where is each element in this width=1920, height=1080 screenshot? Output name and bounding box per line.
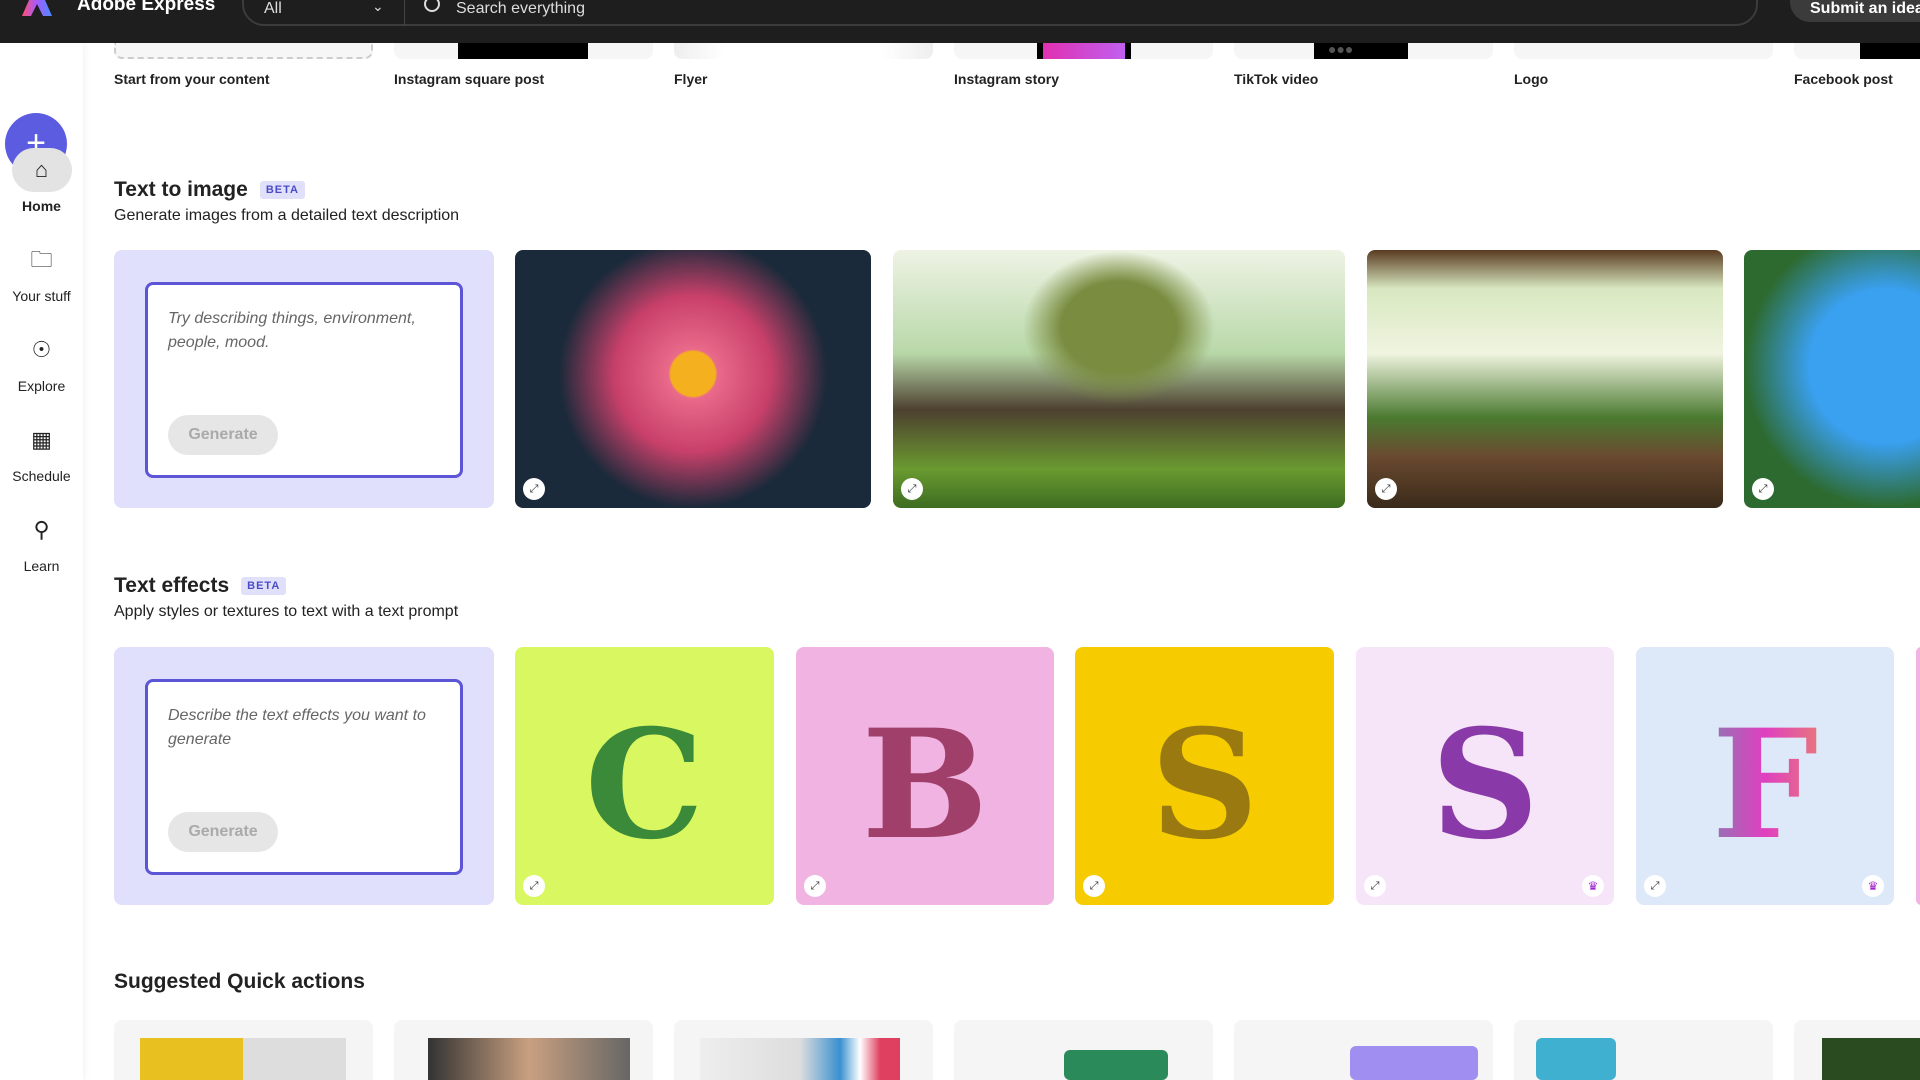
effect-letter: C (584, 697, 705, 873)
template-thumb[interactable] (1794, 43, 1920, 59)
quick-action-card[interactable] (1514, 1020, 1773, 1080)
quick-action-card[interactable] (114, 1020, 373, 1080)
template-thumb[interactable] (1514, 43, 1773, 59)
text-effect-sample[interactable]: S ⤢ (1075, 647, 1334, 905)
adobe-express-logo[interactable] (22, 0, 52, 16)
expand-icon[interactable]: ⤢ (1644, 875, 1666, 897)
prompt-placeholder: Try describing things, environment, peop… (168, 310, 416, 351)
expand-icon[interactable]: ⤢ (1752, 478, 1774, 500)
folder-icon: 🗀 (30, 247, 53, 272)
text-effects-prompt-card: Describe the text effects you want to ge… (114, 647, 494, 905)
text-effect-sample[interactable]: F ⤢ ♛ (1636, 647, 1894, 905)
template-label[interactable]: Start from your content (114, 71, 270, 87)
example-image-plants-window[interactable]: ⤢ (1367, 250, 1723, 508)
template-thumb[interactable] (954, 43, 1213, 59)
section-subtitle: Generate images from a detailed text des… (114, 207, 460, 224)
sidebar-item-your-stuff[interactable]: 🗀 Your stuff (0, 238, 83, 304)
search-bar: All ⌄ Search everything (242, 0, 1758, 26)
text-effect-sample[interactable]: B ⤢ (796, 647, 1054, 905)
search-input[interactable]: Search everything (456, 0, 585, 18)
home-icon: ⌂ (11, 148, 72, 192)
text-to-image-title: Text to image (114, 178, 248, 201)
text-effect-sample[interactable] (1916, 647, 1920, 905)
expand-icon[interactable]: ⤢ (1083, 875, 1105, 897)
quick-action-card[interactable] (674, 1020, 933, 1080)
search-icon (424, 0, 440, 12)
brand-name[interactable]: Adobe Express (77, 0, 215, 16)
quick-action-card[interactable] (394, 1020, 653, 1080)
prompt-placeholder: Describe the text effects you want to ge… (168, 707, 426, 748)
lightbulb-icon: ⚲ (33, 517, 50, 542)
calendar-icon: ▦ (31, 427, 52, 452)
quick-action-card[interactable] (1234, 1020, 1493, 1080)
beta-badge: BETA (241, 577, 287, 595)
quick-action-card[interactable] (954, 1020, 1213, 1080)
sidebar-item-schedule[interactable]: ▦ Schedule (0, 418, 83, 484)
sidebar-item-label: Schedule (12, 468, 71, 484)
example-image-flower-bee[interactable]: ⤢ (515, 250, 871, 508)
effect-letter: S (1430, 697, 1540, 873)
sidebar-item-label: Explore (17, 378, 66, 394)
template-label[interactable]: Instagram square post (394, 71, 544, 87)
expand-icon[interactable]: ⤢ (523, 875, 545, 897)
sidebar-item-label: Home (22, 198, 61, 214)
sidebar-item-label: Your stuff (12, 288, 71, 304)
text-to-image-prompt-card: Try describing things, environment, peop… (114, 250, 494, 508)
expand-icon[interactable]: ⤢ (804, 875, 826, 897)
sidebar-item-home[interactable]: ⌂ Home (0, 148, 83, 214)
chevron-down-icon[interactable]: ⌄ (372, 0, 384, 15)
top-bar: Adobe Express All ⌄ Search everything Su… (0, 0, 1920, 43)
premium-crown-icon: ♛ (1862, 875, 1884, 897)
template-label[interactable]: Facebook post (1794, 71, 1893, 87)
text-effect-sample[interactable]: S ⤢ ♛ (1356, 647, 1614, 905)
template-thumb[interactable] (114, 43, 373, 59)
template-thumb[interactable]: ●●● (1234, 43, 1493, 59)
prompt-textarea[interactable]: Describe the text effects you want to ge… (145, 679, 463, 875)
sidebar-item-label: Learn (23, 558, 60, 574)
template-thumb[interactable] (674, 43, 933, 59)
beta-badge: BETA (259, 181, 305, 199)
effect-letter: B (861, 697, 989, 873)
template-label[interactable]: Flyer (674, 71, 707, 87)
prompt-textarea[interactable]: Try describing things, environment, peop… (145, 282, 463, 478)
quick-actions-title: Suggested Quick actions (114, 970, 365, 993)
compass-icon: ☉ (31, 337, 52, 362)
submit-idea-button[interactable]: Submit an idea (1790, 0, 1920, 22)
template-label[interactable]: Instagram story (954, 71, 1059, 87)
section-title: Text effects BETA (114, 574, 287, 598)
premium-crown-icon: ♛ (1582, 875, 1604, 897)
effect-letter: S (1150, 697, 1259, 873)
section-subtitle: Apply styles or textures to text with a … (114, 603, 459, 620)
expand-icon[interactable]: ⤢ (1364, 875, 1386, 897)
expand-icon[interactable]: ⤢ (523, 478, 545, 500)
template-thumb[interactable] (394, 43, 653, 59)
search-filter-select[interactable]: All (264, 0, 282, 18)
sidebar-item-explore[interactable]: ☉ Explore (0, 328, 83, 394)
generate-button[interactable]: Generate (168, 415, 278, 455)
text-effects-title: Text effects (114, 574, 230, 597)
section-title: Text to image BETA (114, 178, 305, 202)
template-label[interactable]: TikTok video (1234, 71, 1318, 87)
expand-icon[interactable]: ⤢ (901, 478, 923, 500)
sidebar-item-learn[interactable]: ⚲ Learn (0, 508, 83, 574)
main-content: Start from your content Instagram square… (83, 43, 1920, 1080)
template-label[interactable]: Logo (1514, 71, 1548, 87)
effect-letter: F (1636, 697, 1894, 873)
divider (404, 0, 405, 26)
text-effect-sample[interactable]: C ⤢ (515, 647, 774, 905)
example-image-blue-creature[interactable]: ⤢ (1744, 250, 1920, 508)
quick-action-card[interactable] (1794, 1020, 1920, 1080)
example-image-tree[interactable]: ⤢ (893, 250, 1345, 508)
generate-button[interactable]: Generate (168, 812, 278, 852)
expand-icon[interactable]: ⤢ (1375, 478, 1397, 500)
sidebar: + ⌂ Home 🗀 Your stuff ☉ Explore ▦ Schedule ⚲… (0, 43, 83, 1080)
